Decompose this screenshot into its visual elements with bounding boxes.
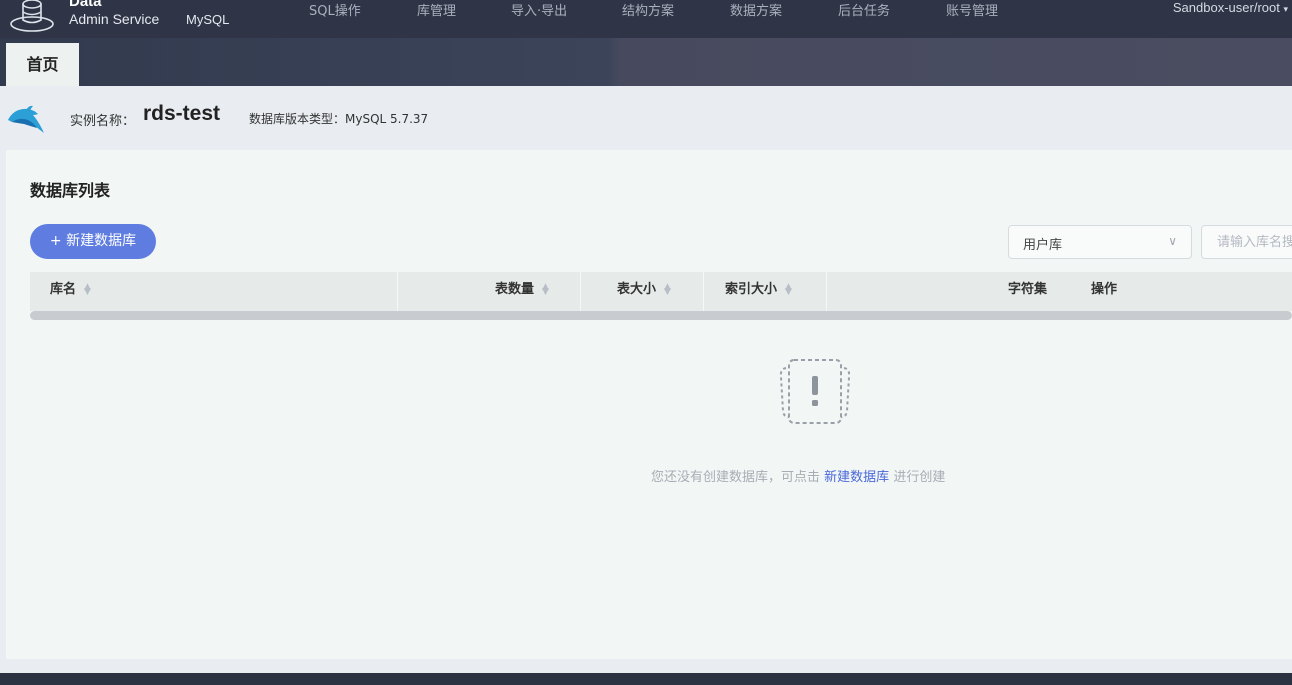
sort-icon[interactable]: ▲ ▼ bbox=[84, 282, 91, 296]
nav-account-manage[interactable]: 账号管理 bbox=[946, 0, 998, 19]
sort-icon[interactable]: ▲ ▼ bbox=[785, 282, 792, 296]
sort-icon[interactable]: ▲ ▼ bbox=[542, 282, 549, 296]
empty-text-before: 您还没有创建数据库，可点击 bbox=[651, 470, 821, 485]
add-database-button[interactable]: + 新建数据库 bbox=[30, 224, 156, 259]
column-index-size[interactable]: 索引大小 ▲ ▼ bbox=[725, 272, 792, 311]
column-label: 库名 bbox=[50, 282, 77, 297]
nav-background-tasks[interactable]: 后台任务 bbox=[838, 0, 890, 19]
table-header: 库名 ▲ ▼ 表数量 ▲ ▼ 表大小 ▲ ▼ 索引大小 ▲ ▼ 字符集 操作 bbox=[30, 272, 1292, 311]
nav-data-plan[interactable]: 数据方案 bbox=[730, 0, 782, 19]
column-charset: 字符集 bbox=[1008, 282, 1048, 297]
mysql-dolphin-icon bbox=[8, 105, 44, 133]
page-title: 数据库列表 bbox=[30, 181, 111, 200]
empty-state-message: 您还没有创建数据库，可点击 新建数据库 进行创建 bbox=[651, 466, 945, 485]
column-divider bbox=[397, 272, 398, 311]
user-name: Sandbox-user/root bbox=[1172, 0, 1280, 15]
column-divider bbox=[826, 272, 827, 311]
empty-state-icon bbox=[779, 359, 851, 424]
nav-schema-plan[interactable]: 结构方案 bbox=[622, 0, 674, 19]
horizontal-scrollbar[interactable] bbox=[30, 311, 1292, 320]
user-menu[interactable]: Sandbox-user/root ▾ bbox=[1173, 0, 1288, 15]
column-divider bbox=[580, 272, 581, 311]
instance-name: rds-test bbox=[143, 102, 221, 125]
nav-sql[interactable]: SQL操作 bbox=[309, 0, 361, 19]
chevron-down-icon: ▾ bbox=[1283, 4, 1288, 14]
column-table-count[interactable]: 表数量 ▲ ▼ bbox=[495, 272, 549, 311]
empty-text-after: 进行创建 bbox=[893, 470, 946, 485]
column-label: 表大小 bbox=[617, 282, 657, 297]
column-table-size[interactable]: 表大小 ▲ ▼ bbox=[617, 272, 671, 311]
tab-home[interactable]: 首页 bbox=[6, 43, 79, 86]
nav-db-manage[interactable]: 库管理 bbox=[417, 0, 456, 19]
column-label: 表数量 bbox=[495, 282, 535, 297]
brand-title: Data bbox=[69, 0, 102, 10]
sort-icon[interactable]: ▲ ▼ bbox=[664, 282, 671, 296]
brand-subtitle: Admin Service bbox=[69, 11, 160, 27]
database-logo-icon[interactable] bbox=[6, 0, 58, 34]
tab-bar: 首页 bbox=[0, 38, 1292, 86]
db-type-select[interactable]: 用户库 ∨ bbox=[1008, 225, 1192, 259]
database-list-card: 数据库列表 + 新建数据库 用户库 ∨ 库名 ▲▼ 表数量 ▲▼ 表大小 ▲▼ 索引大… bbox=[6, 150, 1292, 659]
column-db-name[interactable]: 库名 ▲ ▼ bbox=[50, 272, 91, 311]
instance-name-label: 实例名称： bbox=[70, 114, 136, 129]
nav-import-export[interactable]: 导入·导出 bbox=[511, 0, 567, 19]
db-version: 数据库版本类型：MySQL 5.7.37 bbox=[249, 112, 429, 126]
column-divider bbox=[703, 272, 704, 311]
chevron-down-icon: ∨ bbox=[1168, 234, 1177, 248]
db-engine-label: MySQL bbox=[186, 12, 230, 27]
column-actions: 操作 bbox=[1091, 282, 1118, 297]
instance-header: 实例名称： rds-test 数据库版本类型：MySQL 5.7.37 bbox=[0, 86, 1292, 150]
bottom-bar bbox=[0, 673, 1292, 685]
search-input[interactable] bbox=[1201, 225, 1292, 259]
top-nav: Data Admin Service MySQL SQL操作 库管理 导入·导出… bbox=[0, 0, 1292, 38]
column-label: 索引大小 bbox=[725, 282, 778, 297]
add-database-link[interactable]: 新建数据库 bbox=[824, 470, 889, 485]
db-type-selected: 用户库 bbox=[1023, 238, 1063, 253]
